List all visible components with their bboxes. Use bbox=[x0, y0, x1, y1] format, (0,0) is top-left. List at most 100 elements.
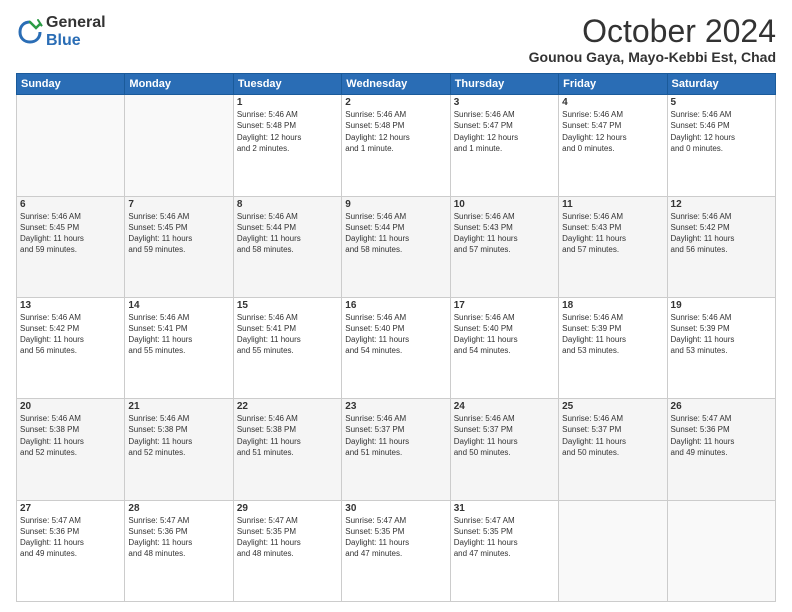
day-info: Sunrise: 5:46 AM Sunset: 5:39 PM Dayligh… bbox=[671, 312, 772, 357]
logo-blue: Blue bbox=[46, 32, 106, 50]
day-info: Sunrise: 5:46 AM Sunset: 5:40 PM Dayligh… bbox=[454, 312, 555, 357]
calendar-cell: 2Sunrise: 5:46 AM Sunset: 5:48 PM Daylig… bbox=[342, 95, 450, 196]
day-info: Sunrise: 5:46 AM Sunset: 5:44 PM Dayligh… bbox=[345, 211, 446, 256]
day-info: Sunrise: 5:46 AM Sunset: 5:42 PM Dayligh… bbox=[671, 211, 772, 256]
day-info: Sunrise: 5:46 AM Sunset: 5:39 PM Dayligh… bbox=[562, 312, 663, 357]
day-info: Sunrise: 5:46 AM Sunset: 5:38 PM Dayligh… bbox=[128, 413, 229, 458]
day-number: 20 bbox=[20, 401, 121, 412]
calendar-week-row: 13Sunrise: 5:46 AM Sunset: 5:42 PM Dayli… bbox=[17, 297, 776, 398]
day-info: Sunrise: 5:47 AM Sunset: 5:36 PM Dayligh… bbox=[128, 515, 229, 560]
calendar-week-row: 1Sunrise: 5:46 AM Sunset: 5:48 PM Daylig… bbox=[17, 95, 776, 196]
calendar-cell: 21Sunrise: 5:46 AM Sunset: 5:38 PM Dayli… bbox=[125, 399, 233, 500]
day-info: Sunrise: 5:46 AM Sunset: 5:42 PM Dayligh… bbox=[20, 312, 121, 357]
day-number: 15 bbox=[237, 300, 338, 311]
calendar-cell: 22Sunrise: 5:46 AM Sunset: 5:38 PM Dayli… bbox=[233, 399, 341, 500]
calendar-cell bbox=[667, 500, 775, 601]
calendar-cell: 4Sunrise: 5:46 AM Sunset: 5:47 PM Daylig… bbox=[559, 95, 667, 196]
day-info: Sunrise: 5:46 AM Sunset: 5:38 PM Dayligh… bbox=[20, 413, 121, 458]
day-number: 10 bbox=[454, 199, 555, 210]
day-info: Sunrise: 5:46 AM Sunset: 5:40 PM Dayligh… bbox=[345, 312, 446, 357]
calendar-cell: 24Sunrise: 5:46 AM Sunset: 5:37 PM Dayli… bbox=[450, 399, 558, 500]
logo: General Blue bbox=[16, 14, 106, 49]
day-number: 28 bbox=[128, 503, 229, 514]
title-block: October 2024 Gounou Gaya, Mayo-Kebbi Est… bbox=[529, 14, 776, 65]
day-info: Sunrise: 5:46 AM Sunset: 5:43 PM Dayligh… bbox=[454, 211, 555, 256]
day-info: Sunrise: 5:47 AM Sunset: 5:35 PM Dayligh… bbox=[237, 515, 338, 560]
day-info: Sunrise: 5:46 AM Sunset: 5:45 PM Dayligh… bbox=[128, 211, 229, 256]
calendar-cell: 19Sunrise: 5:46 AM Sunset: 5:39 PM Dayli… bbox=[667, 297, 775, 398]
day-info: Sunrise: 5:46 AM Sunset: 5:44 PM Dayligh… bbox=[237, 211, 338, 256]
main-title: October 2024 bbox=[529, 14, 776, 49]
day-number: 22 bbox=[237, 401, 338, 412]
calendar-cell bbox=[125, 95, 233, 196]
calendar-cell: 16Sunrise: 5:46 AM Sunset: 5:40 PM Dayli… bbox=[342, 297, 450, 398]
calendar-cell: 15Sunrise: 5:46 AM Sunset: 5:41 PM Dayli… bbox=[233, 297, 341, 398]
calendar-table: SundayMondayTuesdayWednesdayThursdayFrid… bbox=[16, 73, 776, 602]
calendar-cell: 17Sunrise: 5:46 AM Sunset: 5:40 PM Dayli… bbox=[450, 297, 558, 398]
day-number: 26 bbox=[671, 401, 772, 412]
day-number: 14 bbox=[128, 300, 229, 311]
day-number: 31 bbox=[454, 503, 555, 514]
day-info: Sunrise: 5:47 AM Sunset: 5:35 PM Dayligh… bbox=[345, 515, 446, 560]
day-info: Sunrise: 5:46 AM Sunset: 5:43 PM Dayligh… bbox=[562, 211, 663, 256]
day-number: 12 bbox=[671, 199, 772, 210]
day-info: Sunrise: 5:46 AM Sunset: 5:41 PM Dayligh… bbox=[237, 312, 338, 357]
day-number: 3 bbox=[454, 97, 555, 108]
day-number: 30 bbox=[345, 503, 446, 514]
calendar-day-header: Tuesday bbox=[233, 74, 341, 95]
day-info: Sunrise: 5:46 AM Sunset: 5:41 PM Dayligh… bbox=[128, 312, 229, 357]
day-info: Sunrise: 5:46 AM Sunset: 5:37 PM Dayligh… bbox=[454, 413, 555, 458]
calendar-cell: 1Sunrise: 5:46 AM Sunset: 5:48 PM Daylig… bbox=[233, 95, 341, 196]
calendar-header-row: SundayMondayTuesdayWednesdayThursdayFrid… bbox=[17, 74, 776, 95]
logo-text: General Blue bbox=[46, 14, 106, 49]
day-number: 21 bbox=[128, 401, 229, 412]
day-info: Sunrise: 5:47 AM Sunset: 5:35 PM Dayligh… bbox=[454, 515, 555, 560]
header: General Blue October 2024 Gounou Gaya, M… bbox=[16, 14, 776, 65]
day-info: Sunrise: 5:46 AM Sunset: 5:48 PM Dayligh… bbox=[237, 109, 338, 154]
day-info: Sunrise: 5:47 AM Sunset: 5:36 PM Dayligh… bbox=[671, 413, 772, 458]
day-number: 1 bbox=[237, 97, 338, 108]
calendar-week-row: 6Sunrise: 5:46 AM Sunset: 5:45 PM Daylig… bbox=[17, 196, 776, 297]
day-number: 2 bbox=[345, 97, 446, 108]
calendar-day-header: Friday bbox=[559, 74, 667, 95]
calendar-cell: 14Sunrise: 5:46 AM Sunset: 5:41 PM Dayli… bbox=[125, 297, 233, 398]
calendar-week-row: 20Sunrise: 5:46 AM Sunset: 5:38 PM Dayli… bbox=[17, 399, 776, 500]
page: General Blue October 2024 Gounou Gaya, M… bbox=[0, 0, 792, 612]
day-number: 16 bbox=[345, 300, 446, 311]
day-number: 19 bbox=[671, 300, 772, 311]
day-number: 24 bbox=[454, 401, 555, 412]
calendar-cell: 23Sunrise: 5:46 AM Sunset: 5:37 PM Dayli… bbox=[342, 399, 450, 500]
calendar-cell: 28Sunrise: 5:47 AM Sunset: 5:36 PM Dayli… bbox=[125, 500, 233, 601]
calendar-day-header: Wednesday bbox=[342, 74, 450, 95]
day-info: Sunrise: 5:46 AM Sunset: 5:48 PM Dayligh… bbox=[345, 109, 446, 154]
calendar-day-header: Saturday bbox=[667, 74, 775, 95]
calendar-cell: 6Sunrise: 5:46 AM Sunset: 5:45 PM Daylig… bbox=[17, 196, 125, 297]
calendar-cell: 13Sunrise: 5:46 AM Sunset: 5:42 PM Dayli… bbox=[17, 297, 125, 398]
day-number: 8 bbox=[237, 199, 338, 210]
day-number: 27 bbox=[20, 503, 121, 514]
day-info: Sunrise: 5:47 AM Sunset: 5:36 PM Dayligh… bbox=[20, 515, 121, 560]
day-number: 17 bbox=[454, 300, 555, 311]
calendar-cell bbox=[17, 95, 125, 196]
day-info: Sunrise: 5:46 AM Sunset: 5:46 PM Dayligh… bbox=[671, 109, 772, 154]
day-number: 4 bbox=[562, 97, 663, 108]
day-number: 13 bbox=[20, 300, 121, 311]
calendar-cell: 18Sunrise: 5:46 AM Sunset: 5:39 PM Dayli… bbox=[559, 297, 667, 398]
calendar-cell bbox=[559, 500, 667, 601]
day-number: 9 bbox=[345, 199, 446, 210]
day-number: 7 bbox=[128, 199, 229, 210]
day-number: 18 bbox=[562, 300, 663, 311]
calendar-week-row: 27Sunrise: 5:47 AM Sunset: 5:36 PM Dayli… bbox=[17, 500, 776, 601]
calendar-day-header: Sunday bbox=[17, 74, 125, 95]
day-number: 25 bbox=[562, 401, 663, 412]
day-info: Sunrise: 5:46 AM Sunset: 5:47 PM Dayligh… bbox=[562, 109, 663, 154]
calendar-cell: 25Sunrise: 5:46 AM Sunset: 5:37 PM Dayli… bbox=[559, 399, 667, 500]
calendar-day-header: Monday bbox=[125, 74, 233, 95]
calendar-cell: 20Sunrise: 5:46 AM Sunset: 5:38 PM Dayli… bbox=[17, 399, 125, 500]
calendar-cell: 9Sunrise: 5:46 AM Sunset: 5:44 PM Daylig… bbox=[342, 196, 450, 297]
day-info: Sunrise: 5:46 AM Sunset: 5:45 PM Dayligh… bbox=[20, 211, 121, 256]
calendar-cell: 7Sunrise: 5:46 AM Sunset: 5:45 PM Daylig… bbox=[125, 196, 233, 297]
logo-icon bbox=[16, 18, 44, 46]
calendar-cell: 12Sunrise: 5:46 AM Sunset: 5:42 PM Dayli… bbox=[667, 196, 775, 297]
calendar-cell: 26Sunrise: 5:47 AM Sunset: 5:36 PM Dayli… bbox=[667, 399, 775, 500]
